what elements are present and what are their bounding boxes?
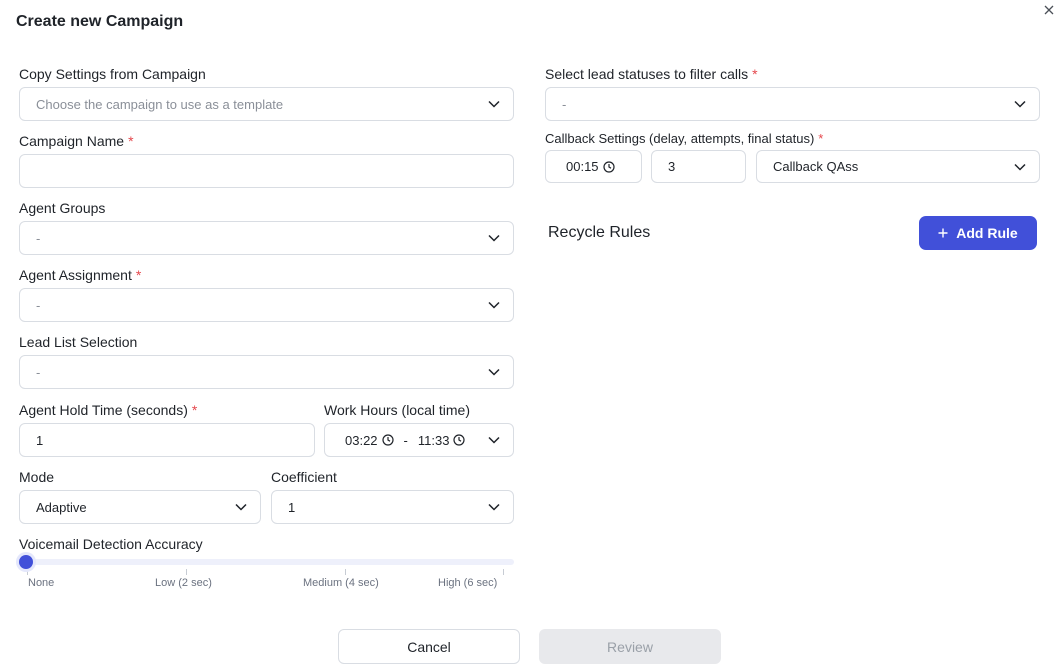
close-icon[interactable] [1042,3,1056,17]
mode-value: Adaptive [36,499,87,515]
lead-list-select[interactable]: - [19,355,514,389]
slider-tick [186,569,187,575]
copy-settings-label: Copy Settings from Campaign [19,66,206,82]
mode-label: Mode [19,469,55,485]
callback-attempts-input[interactable]: 3 [651,150,746,183]
required-mark: * [135,267,142,283]
coefficient-select[interactable]: 1 [271,490,514,524]
chevron-down-icon [1013,97,1027,111]
required-mark: * [128,133,134,149]
required-mark: * [752,66,758,82]
copy-settings-select[interactable]: Choose the campaign to use as a template [19,87,514,121]
work-hours-picker[interactable]: 03:22 - 11:33 [324,423,514,457]
recycle-rules-title: Recycle Rules [548,224,651,241]
chevron-down-icon [487,298,501,312]
callback-delay-input[interactable]: 00:15 [545,150,642,183]
hold-time-label: Agent Hold Time (seconds) * [19,402,198,418]
lead-statuses-select[interactable]: - [545,87,1040,121]
agent-groups-select[interactable]: - [19,221,514,255]
lead-statuses-value: - [562,96,567,112]
callback-delay: 00:15 [566,159,615,174]
hold-time-input[interactable]: 1 [19,423,315,457]
lead-list-label: Lead List Selection [19,334,138,350]
agent-assignment-label: Agent Assignment * [19,267,142,283]
add-rule-button[interactable]: Add Rule [919,216,1037,250]
callback-delay-value: 00:15 [566,159,599,174]
copy-settings-placeholder: Choose the campaign to use as a template [36,96,284,112]
review-button[interactable]: Review [539,629,721,664]
coefficient-label: Coefficient [271,469,337,485]
voicemail-label: Voicemail Detection Accuracy [19,536,203,552]
callback-attempts-value: 3 [668,159,676,174]
callback-final-status-value: Callback QAss [773,159,859,174]
work-hours-range: 03:22 - 11:33 [345,433,487,448]
work-hours-separator: - [403,432,408,448]
slider-tick [27,569,28,575]
lead-statuses-label: Select lead statuses to filter calls * [545,66,758,82]
clock-icon [453,434,466,446]
required-mark: * [818,131,824,146]
agent-groups-value: - [36,230,41,246]
chevron-down-icon [487,433,501,447]
callback-label: Callback Settings (delay, attempts, fina… [545,131,824,146]
chevron-down-icon [487,365,501,379]
hold-time-value: 1 [36,432,44,448]
chevron-down-icon [487,500,501,514]
chevron-down-icon [487,231,501,245]
tick-label-low: Low (2 sec) [155,577,212,589]
campaign-name-label: Campaign Name * [19,133,134,149]
lead-list-value: - [36,364,41,380]
tick-label-medium: Medium (4 sec) [303,577,379,589]
coefficient-value: 1 [288,499,296,515]
add-rule-label: Add Rule [956,225,1018,241]
work-hours-start[interactable]: 03:22 [345,433,378,448]
campaign-name-input[interactable] [19,154,514,188]
callback-final-status-select[interactable]: Callback QAss [756,150,1040,183]
work-hours-label: Work Hours (local time) [324,402,470,418]
required-mark: * [191,402,198,418]
tick-label-high: High (6 sec) [438,577,498,589]
chevron-down-icon [1013,160,1027,174]
chevron-down-icon [487,97,501,111]
voicemail-slider-track[interactable] [19,559,514,565]
dialog-title: Create new Campaign [16,13,184,30]
work-hours-end[interactable]: 11:33 [418,433,450,448]
mode-select[interactable]: Adaptive [19,490,261,524]
agent-groups-label: Agent Groups [19,200,106,216]
agent-assignment-select[interactable]: - [19,288,514,322]
cancel-button[interactable]: Cancel [338,629,520,664]
tick-label-none: None [28,577,55,589]
voicemail-slider-thumb[interactable] [19,555,33,569]
slider-tick [503,569,504,575]
chevron-down-icon [234,500,248,514]
plus-icon [938,225,948,241]
clock-icon [602,160,615,173]
agent-assignment-value: - [36,297,41,313]
slider-tick [345,569,346,575]
clock-icon [381,434,394,446]
